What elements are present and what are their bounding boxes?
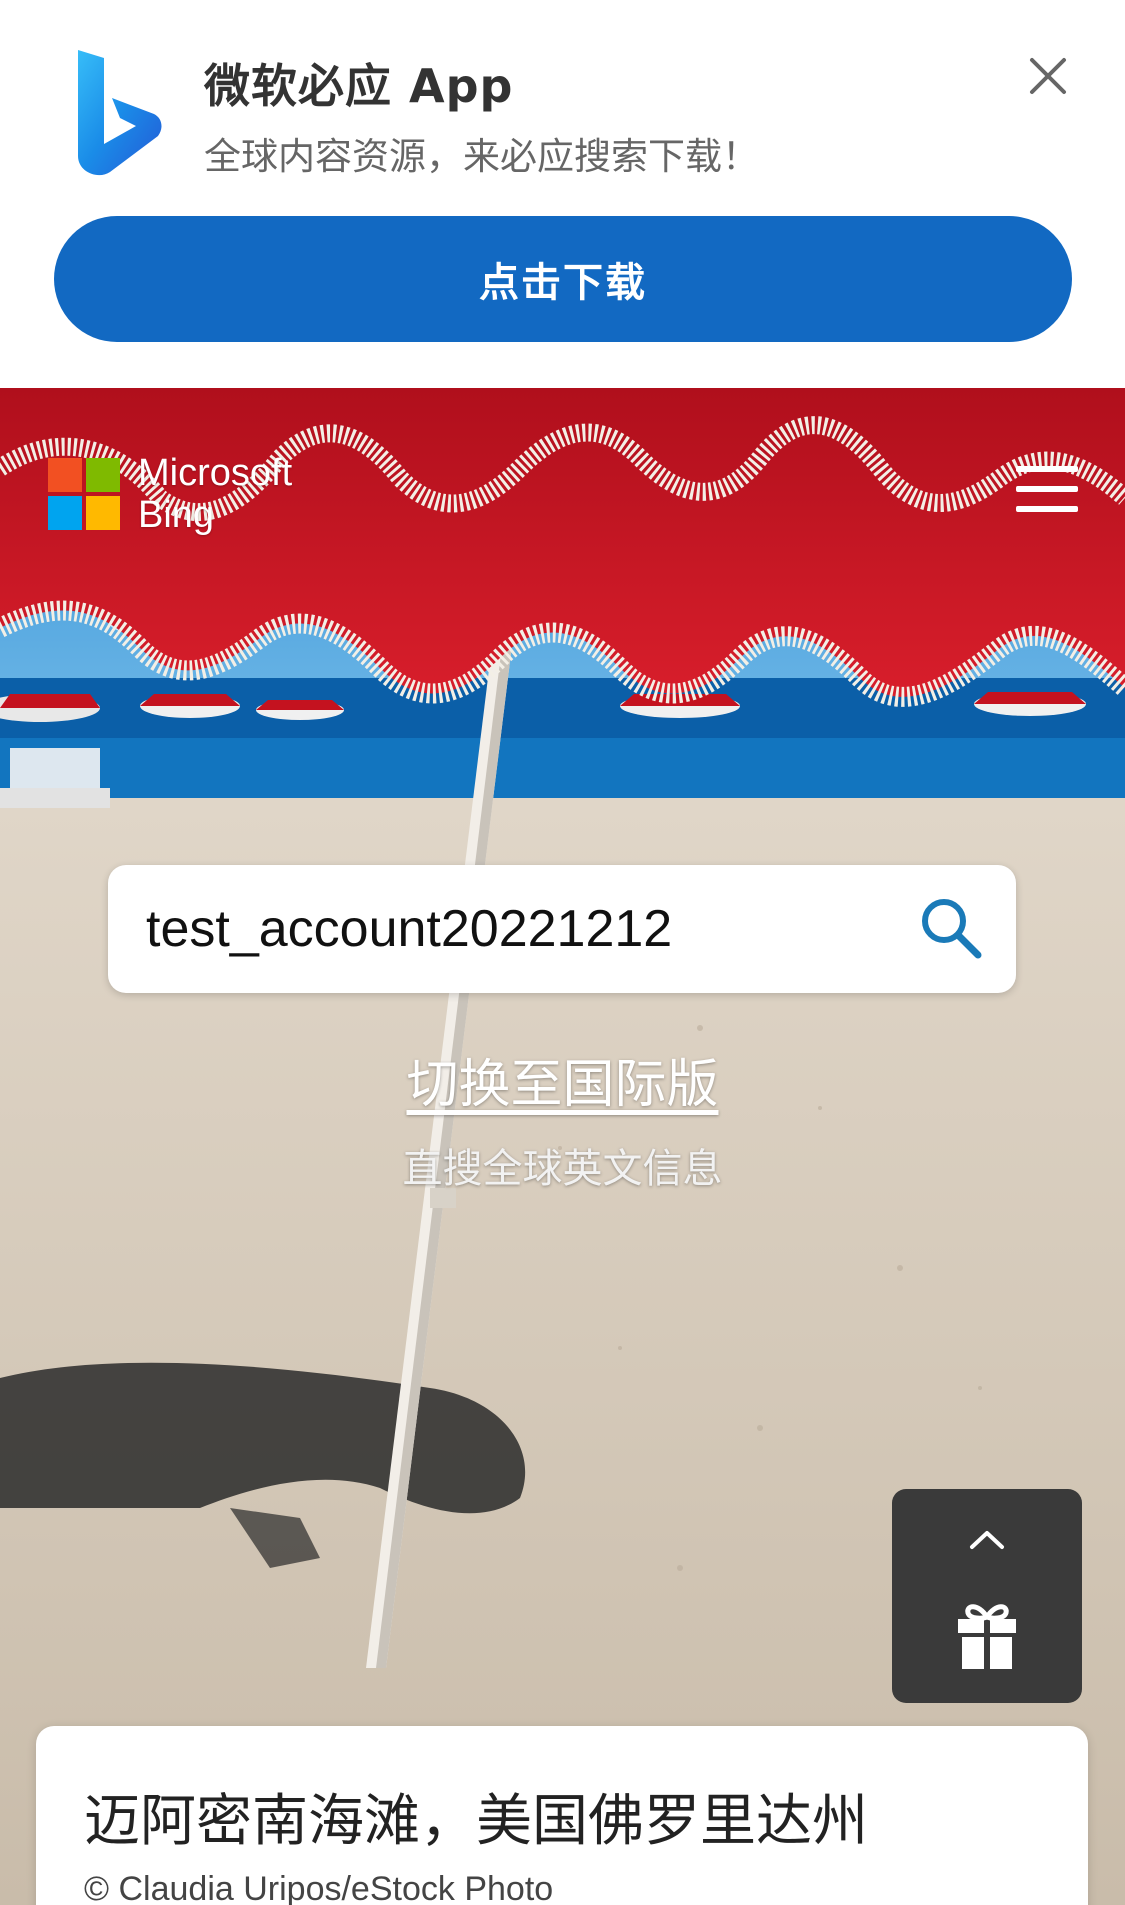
microsoft-bing-logo[interactable]: Microsoft Bing	[48, 452, 292, 536]
hamburger-menu-icon[interactable]	[1016, 466, 1078, 512]
international-subtitle: 直搜全球英文信息	[402, 1146, 723, 1192]
logo-square-red	[48, 458, 82, 492]
promo-subtitle: 全球内容资源，来必应搜索下载！	[204, 135, 759, 178]
caption-credit: © Claudia Uripos/eStock Photo	[84, 1870, 554, 1905]
logo-square-green	[86, 458, 120, 492]
switch-international-link[interactable]: 切换至国际版	[0, 1042, 1125, 1117]
hero-section: Microsoft Bing 切换至国际版 直搜全球英文信息	[0, 388, 1125, 1905]
download-button[interactable]: 点击下载	[54, 216, 1072, 342]
logo-square-blue	[48, 496, 82, 530]
gift-icon[interactable]	[954, 1597, 1020, 1671]
image-caption-card[interactable]: 迈阿密南海滩，美国佛罗里达州 © Claudia Uripos/eStock P…	[36, 1726, 1088, 1905]
brand-text: Microsoft Bing	[138, 452, 292, 536]
brand-line-microsoft: Microsoft	[138, 452, 293, 494]
search-box	[108, 865, 1016, 993]
promo-title: 微软必应 App	[204, 59, 514, 113]
floating-action-panel	[892, 1489, 1082, 1703]
menu-bar	[1016, 506, 1078, 512]
caption-title: 迈阿密南海滩，美国佛罗里达州	[84, 1789, 868, 1854]
brand-line-bing: Bing	[138, 494, 215, 536]
logo-square-yellow	[86, 496, 120, 530]
bing-b-logo-icon	[78, 50, 162, 176]
search-icon[interactable]	[918, 895, 984, 961]
app-promo-banner: 微软必应 App 全球内容资源，来必应搜索下载！ 点击下载	[0, 0, 1125, 388]
microsoft-logo-icon	[48, 458, 120, 530]
search-input[interactable]	[146, 889, 886, 969]
menu-bar	[1016, 466, 1078, 472]
menu-bar	[1016, 486, 1078, 492]
chevron-up-icon[interactable]	[954, 1517, 1020, 1563]
close-icon[interactable]	[1024, 52, 1072, 100]
